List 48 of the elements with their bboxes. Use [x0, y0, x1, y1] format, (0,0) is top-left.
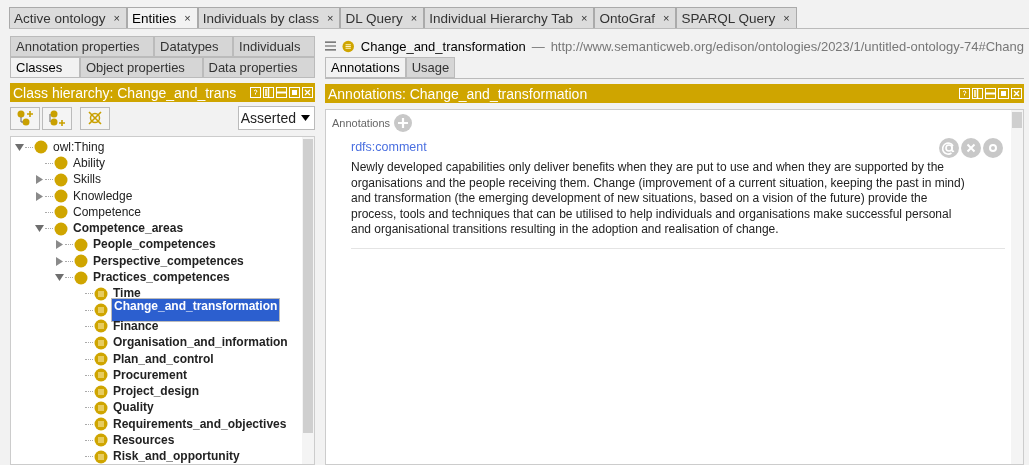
close-icon[interactable]: ×: [663, 12, 670, 24]
tree-item[interactable]: Organisation_and_information: [111, 335, 290, 351]
tree-item[interactable]: Plan_and_control: [111, 351, 216, 367]
main-tab[interactable]: Entities ×: [127, 7, 198, 28]
annotation-property[interactable]: rdfs:comment: [351, 140, 427, 154]
close-icon[interactable]: ×: [327, 12, 334, 24]
main-tab[interactable]: Individual Hierarchy Tab ×: [424, 7, 595, 28]
tree-item[interactable]: owl:Thing: [51, 139, 107, 155]
close-icon[interactable]: ×: [184, 12, 191, 24]
close-icon[interactable]: ×: [113, 12, 120, 24]
entity-tab[interactable]: Data properties: [202, 57, 315, 78]
entity-name: Change_and_transformation: [360, 38, 526, 54]
tree-item[interactable]: Procurement: [111, 367, 190, 383]
main-tab[interactable]: DL Query ×: [340, 7, 425, 28]
entity-iri: http://www.semanticweb.org/edison/ontologies/2023/1/untitled-ontology-74#Chang: [550, 38, 1024, 54]
entity-tab[interactable]: Datatypes: [154, 36, 234, 57]
tree-item[interactable]: Competence_areas: [71, 221, 186, 237]
close-icon[interactable]: ×: [783, 12, 790, 24]
separator: —: [531, 38, 545, 54]
entity-tab[interactable]: Object properties: [79, 57, 203, 78]
tree-item[interactable]: Ability: [71, 155, 107, 171]
tree-item[interactable]: People_competences: [91, 237, 218, 253]
tree-item[interactable]: Risk_and_opportunity: [111, 449, 242, 464]
main-tab[interactable]: Active ontology ×: [9, 7, 127, 28]
view-select[interactable]: Asserted: [237, 106, 315, 130]
tree-item[interactable]: Skills: [71, 172, 103, 188]
panel-title: Class hierarchy: Change_and_trans: [13, 84, 237, 101]
entity-tab[interactable]: Annotation properties: [10, 36, 155, 57]
tree-item[interactable]: Quality: [111, 400, 156, 416]
main-tab[interactable]: SPARQL Query ×: [676, 7, 797, 28]
close-icon[interactable]: ×: [581, 12, 588, 24]
panel-title: Annotations: Change_and_transformation: [328, 85, 588, 102]
tree-item[interactable]: Perspective_competences: [91, 253, 246, 269]
close-icon[interactable]: ×: [410, 12, 418, 24]
tree-item[interactable]: Project_design: [111, 384, 202, 400]
view-tab[interactable]: Usage: [405, 57, 456, 78]
tree-item[interactable]: Competence: [71, 204, 144, 220]
main-tab[interactable]: OntoGraf ×: [594, 7, 677, 28]
entity-tab[interactable]: Classes: [10, 57, 80, 78]
tree-item[interactable]: Practices_competences: [91, 270, 232, 285]
tree-item[interactable]: Resources: [111, 433, 177, 448]
entity-tab[interactable]: Individuals: [233, 36, 315, 57]
view-tab[interactable]: Annotations: [325, 57, 406, 78]
main-tab[interactable]: Individuals by class ×: [197, 7, 341, 28]
section-label: Annotations: [332, 117, 391, 129]
annotation-text: Newly developed capabilities only deliver benefits when they are put to use and when they are supported by the organisations and the people receiving them. Change (improvement of a current situation, keeping the past in mind) and transformation (the emerging development of new situations, based on a vision of the future) provide the process, tools and techniques that can be utilised to help individuals and organisations make successful personal and organisational transitions resulting in the adoption and realisation of change.: [351, 160, 966, 238]
tree-item[interactable]: Requirements_and_objectives: [111, 416, 289, 432]
tree-item[interactable]: Knowledge: [71, 188, 135, 204]
